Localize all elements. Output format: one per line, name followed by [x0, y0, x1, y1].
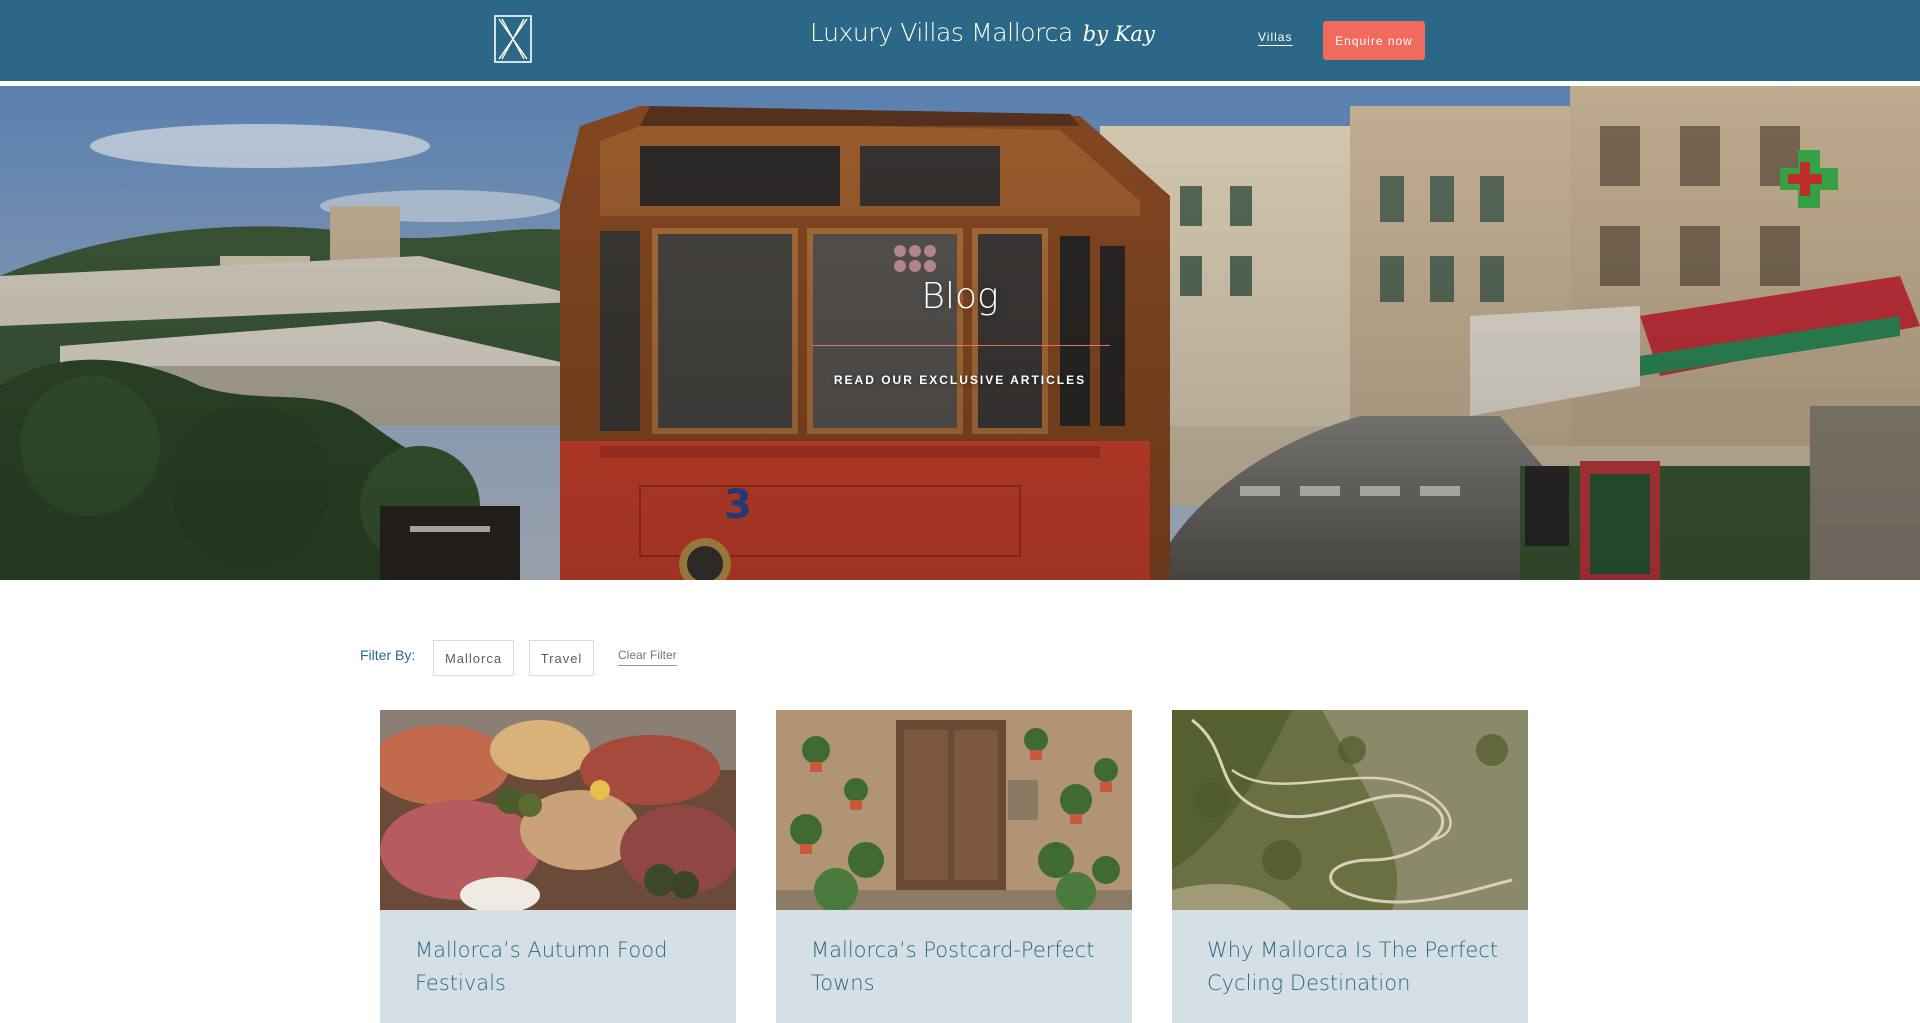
article-card-body: Why Mallorca Is The Perfect Cycling Dest… — [1172, 910, 1528, 1023]
article-card-body: Mallorca’s Postcard-Perfect Towns — [776, 910, 1132, 1023]
food-platter-photo — [380, 710, 736, 910]
article-card-body: Mallorca’s Autumn Food Festivals — [380, 910, 736, 1023]
hero-tram-photo: 3 — [0, 86, 1920, 580]
stone-doorway-photo — [776, 710, 1132, 910]
filter-tag-mallorca[interactable]: Mallorca — [433, 640, 514, 676]
site-header: Luxury Villas Mallorca by Kay Villas Enq… — [0, 0, 1920, 81]
page-subtitle: READ OUR EXCLUSIVE ARTICLES — [833, 373, 1087, 387]
article-title[interactable]: Mallorca’s Postcard-Perfect Towns — [811, 934, 1111, 1000]
mountain-road-photo — [1172, 710, 1528, 910]
article-image-food[interactable] — [380, 710, 736, 910]
filter-label: Filter By: — [360, 647, 416, 663]
brand-name: Luxury Villas Mallorca — [810, 18, 1073, 47]
clear-filter-link[interactable]: Clear Filter — [618, 648, 677, 666]
hero-banner: 3 Blog READ OUR EXCLUSIVE ARTICLES — [0, 86, 1920, 580]
article-title[interactable]: Mallorca’s Autumn Food Festivals — [415, 934, 715, 1000]
filter-tag-travel[interactable]: Travel — [529, 640, 594, 676]
article-image-towns[interactable] — [776, 710, 1132, 910]
article-title[interactable]: Why Mallorca Is The Perfect Cycling Dest… — [1207, 934, 1507, 1000]
article-card[interactable]: Why Mallorca Is The Perfect Cycling Dest… — [1172, 710, 1528, 1023]
article-image-cycling[interactable] — [1172, 710, 1528, 910]
enquire-now-button[interactable]: Enquire now — [1323, 21, 1425, 60]
brand-logo-icon[interactable] — [494, 15, 532, 63]
article-card[interactable]: Mallorca’s Postcard-Perfect Towns — [776, 710, 1132, 1023]
nav-link-villas[interactable]: Villas — [1258, 30, 1292, 44]
page-title: Blog — [921, 276, 999, 317]
brand-title[interactable]: Luxury Villas Mallorca by Kay — [810, 18, 1155, 62]
brand-signature: by Kay — [1082, 22, 1155, 46]
title-divider — [812, 345, 1110, 346]
article-card[interactable]: Mallorca’s Autumn Food Festivals — [380, 710, 736, 1023]
